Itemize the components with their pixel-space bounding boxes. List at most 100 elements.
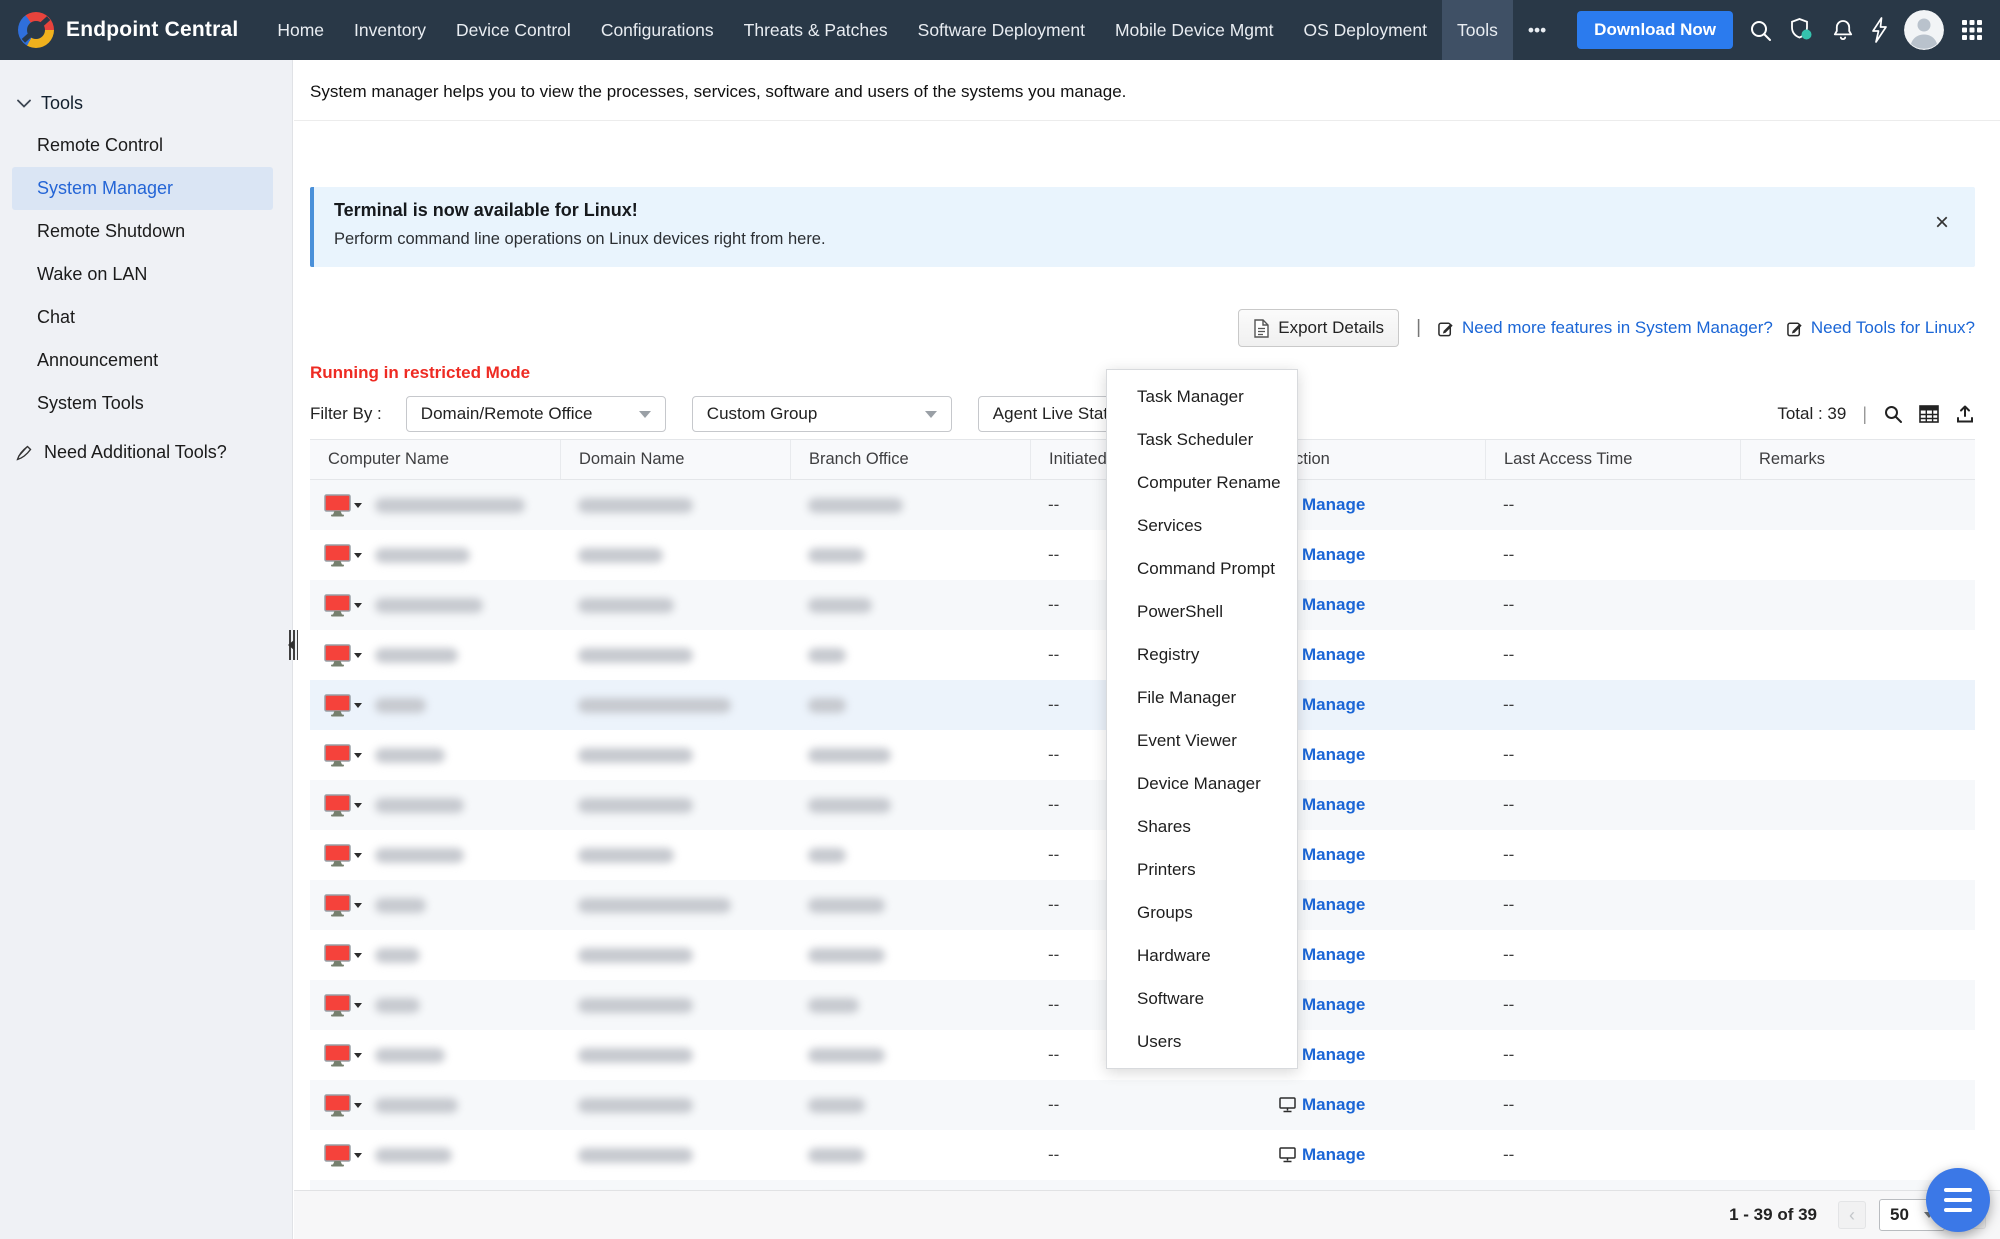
export-upload-icon[interactable] — [1955, 404, 1975, 424]
computer-icon[interactable] — [324, 1093, 362, 1117]
security-shield-icon[interactable] — [1788, 17, 1815, 43]
context-menu-item-task-manager[interactable]: Task Manager — [1107, 375, 1297, 418]
sidebar-item-chat[interactable]: Chat — [0, 296, 292, 339]
floating-menu-button[interactable] — [1926, 1168, 1990, 1232]
redacted-computer-name — [375, 997, 420, 1013]
user-avatar[interactable] — [1904, 10, 1944, 50]
caret-down-icon[interactable] — [354, 1002, 362, 1008]
export-details-button[interactable]: Export Details — [1238, 309, 1400, 347]
column-header-remarks[interactable]: Remarks — [1740, 440, 1975, 479]
nav-item-mobile-device-mgmt[interactable]: Mobile Device Mgmt — [1100, 0, 1289, 60]
context-menu-item-powershell[interactable]: PowerShell — [1107, 590, 1297, 633]
nav-item-software-deployment[interactable]: Software Deployment — [903, 0, 1100, 60]
column-header-computer-name[interactable]: Computer Name — [310, 440, 560, 479]
context-menu-item-services[interactable]: Services — [1107, 504, 1297, 547]
manage-label: Manage — [1302, 645, 1366, 664]
computer-icon[interactable] — [324, 1043, 362, 1067]
context-menu-item-command-prompt[interactable]: Command Prompt — [1107, 547, 1297, 590]
context-menu-item-task-scheduler[interactable]: Task Scheduler — [1107, 418, 1297, 461]
column-header-last-access-time[interactable]: Last Access Time — [1485, 440, 1740, 479]
nav-item-more[interactable]: ••• — [1513, 0, 1561, 60]
computer-icon[interactable] — [324, 1143, 362, 1167]
nav-item-configurations[interactable]: Configurations — [586, 0, 729, 60]
sidebar-item-remote-control[interactable]: Remote Control — [0, 124, 292, 167]
notification-bell-icon[interactable] — [1831, 18, 1855, 43]
caret-down-icon[interactable] — [354, 502, 362, 508]
column-chooser-table-icon[interactable] — [1919, 405, 1939, 423]
manage-link[interactable]: Manage — [1279, 1095, 1365, 1115]
context-menu-item-software[interactable]: Software — [1107, 977, 1297, 1020]
last-access-time-cell: -- — [1503, 1145, 1515, 1164]
context-menu-item-computer-rename[interactable]: Computer Rename — [1107, 461, 1297, 504]
caret-down-icon[interactable] — [354, 1052, 362, 1058]
quick-actions-bolt-icon[interactable] — [1871, 17, 1888, 43]
redacted-branch-office — [808, 797, 891, 813]
computer-icon[interactable] — [324, 793, 362, 817]
caret-down-icon[interactable] — [354, 702, 362, 708]
column-header-domain-name[interactable]: Domain Name — [560, 440, 790, 479]
caret-down-icon[interactable] — [354, 852, 362, 858]
download-now-button[interactable]: Download Now — [1577, 11, 1733, 49]
apps-grid-icon[interactable] — [1960, 18, 1984, 42]
nav-item-inventory[interactable]: Inventory — [339, 0, 441, 60]
caret-down-icon[interactable] — [354, 1102, 362, 1108]
sidebar-item-announcement[interactable]: Announcement — [0, 339, 292, 382]
caret-down-icon[interactable] — [354, 652, 362, 658]
computer-icon[interactable] — [324, 643, 362, 667]
context-menu-item-device-manager[interactable]: Device Manager — [1107, 762, 1297, 805]
context-menu-item-printers[interactable]: Printers — [1107, 848, 1297, 891]
action-cell: Manage — [1265, 1080, 1485, 1130]
computer-icon[interactable] — [324, 493, 362, 517]
previous-page-button[interactable]: ‹ — [1838, 1201, 1866, 1229]
filter-select-domain-remote-office[interactable]: Domain/Remote Office — [405, 396, 666, 432]
computer-icon[interactable] — [324, 593, 362, 617]
sidebar-item-system-tools[interactable]: System Tools — [0, 382, 292, 425]
context-menu-item-file-manager[interactable]: File Manager — [1107, 676, 1297, 719]
computer-icon[interactable] — [324, 893, 362, 917]
caret-down-icon[interactable] — [354, 602, 362, 608]
sidebar-item-remote-shutdown[interactable]: Remote Shutdown — [0, 210, 292, 253]
last-access-time-cell: -- — [1503, 1095, 1515, 1114]
computer-icon[interactable] — [324, 943, 362, 967]
column-header-action[interactable]: Action — [1265, 440, 1485, 479]
nav-item-os-deployment[interactable]: OS Deployment — [1288, 0, 1442, 60]
nav-item-home[interactable]: Home — [262, 0, 339, 60]
domain-name-cell — [560, 880, 790, 930]
need-more-features-link[interactable]: Need more features in System Manager? — [1438, 318, 1773, 338]
context-menu-item-registry[interactable]: Registry — [1107, 633, 1297, 676]
caret-down-icon[interactable] — [354, 902, 362, 908]
caret-down-icon[interactable] — [354, 952, 362, 958]
manage-label: Manage — [1302, 1095, 1366, 1114]
computer-icon[interactable] — [324, 543, 362, 567]
table-search-icon[interactable] — [1883, 404, 1903, 424]
caret-down-icon[interactable] — [354, 1152, 362, 1158]
brand[interactable]: Endpoint Central — [0, 12, 238, 48]
nav-item-device-control[interactable]: Device Control — [441, 0, 586, 60]
context-menu-item-shares[interactable]: Shares — [1107, 805, 1297, 848]
search-icon[interactable] — [1749, 19, 1772, 42]
sidebar-section-tools[interactable]: Tools — [0, 82, 292, 124]
sidebar-item-wake-on-lan[interactable]: Wake on LAN — [0, 253, 292, 296]
context-menu-item-groups[interactable]: Groups — [1107, 891, 1297, 934]
redacted-computer-name — [375, 1047, 445, 1063]
caret-down-icon[interactable] — [354, 752, 362, 758]
caret-down-icon[interactable] — [354, 802, 362, 808]
close-icon[interactable]: × — [1935, 211, 1949, 235]
sidebar-collapse-handle[interactable] — [287, 630, 300, 660]
caret-down-icon[interactable] — [354, 552, 362, 558]
computer-icon[interactable] — [324, 993, 362, 1017]
context-menu-item-event-viewer[interactable]: Event Viewer — [1107, 719, 1297, 762]
context-menu-item-hardware[interactable]: Hardware — [1107, 934, 1297, 977]
filter-select-custom-group[interactable]: Custom Group — [691, 396, 952, 432]
sidebar-item-need-additional-tools[interactable]: Need Additional Tools? — [0, 430, 292, 474]
computer-icon[interactable] — [324, 693, 362, 717]
nav-item-threats-patches[interactable]: Threats & Patches — [729, 0, 903, 60]
need-tools-linux-link[interactable]: Need Tools for Linux? — [1787, 318, 1975, 338]
column-header-branch-office[interactable]: Branch Office — [790, 440, 1030, 479]
sidebar-item-system-manager[interactable]: System Manager — [12, 167, 273, 210]
context-menu-item-users[interactable]: Users — [1107, 1020, 1297, 1063]
computer-icon[interactable] — [324, 843, 362, 867]
manage-link[interactable]: Manage — [1279, 1145, 1365, 1165]
computer-icon[interactable] — [324, 743, 362, 767]
nav-item-tools[interactable]: Tools — [1442, 0, 1513, 60]
